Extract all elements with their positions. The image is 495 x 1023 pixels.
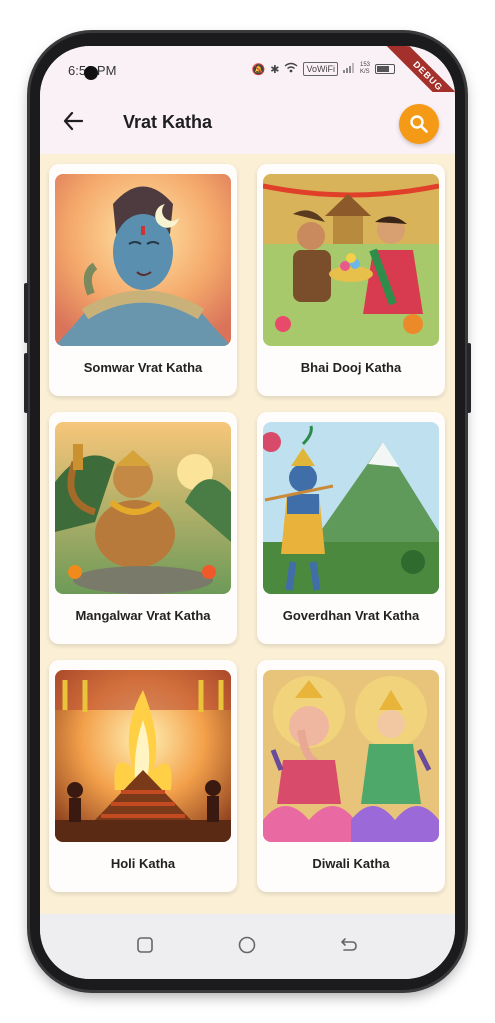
vowifi-badge: VoWiFi: [303, 62, 338, 76]
bhai-dooj-illustration: [263, 174, 439, 346]
card-diwali-katha[interactable]: Diwali Katha: [257, 660, 445, 892]
mute-icon: 🔕: [251, 63, 266, 76]
home-icon: [238, 936, 256, 954]
krishna-govardhan-illustration: [263, 422, 439, 594]
page-title: Vrat Katha: [123, 112, 213, 132]
card-label: Goverdhan Vrat Katha: [282, 608, 420, 623]
network-speed-unit: K/S: [359, 69, 370, 75]
back-icon: [341, 938, 357, 951]
search-icon: [410, 115, 428, 133]
card-label: Holi Katha: [110, 856, 176, 871]
battery-icon: [375, 64, 395, 74]
volume-button: [24, 353, 28, 413]
ganesha-lakshmi-illustration: [263, 670, 439, 842]
back-button[interactable]: [58, 106, 88, 136]
navigation-bar: [40, 914, 455, 979]
card-label: Diwali Katha: [312, 856, 390, 871]
app-bar: Vrat Katha: [40, 92, 455, 154]
wifi-icon: [284, 62, 298, 76]
recent-apps-button[interactable]: [132, 932, 158, 958]
front-camera: [84, 66, 98, 80]
card-label: Bhai Dooj Katha: [300, 360, 402, 375]
holika-bonfire-illustration: [55, 670, 231, 842]
volume-button: [24, 283, 28, 343]
card-mangalwar-vrat-katha[interactable]: Mangalwar Vrat Katha: [49, 412, 237, 644]
hanuman-illustration: [55, 422, 231, 594]
network-speed-value: 153: [359, 62, 370, 68]
bluetooth-icon: ✱: [270, 63, 280, 76]
search-button[interactable]: [399, 104, 439, 144]
card-holi-katha[interactable]: Holi Katha: [49, 660, 237, 892]
system-back-button[interactable]: [336, 932, 362, 958]
card-somwar-vrat-katha[interactable]: Somwar Vrat Katha: [49, 164, 237, 396]
shiva-illustration: [55, 174, 231, 346]
card-label: Somwar Vrat Katha: [83, 360, 203, 375]
screen: 6:50 PM 🔕 ✱ VoWiFi 153 K/S DEBUG Vrat Ka…: [40, 46, 455, 979]
recent-apps-icon: [137, 937, 153, 953]
network-speed: 153 K/S: [360, 62, 370, 76]
power-button: [467, 343, 471, 413]
phone-frame: 6:50 PM 🔕 ✱ VoWiFi 153 K/S DEBUG Vrat Ka…: [24, 33, 471, 990]
home-button[interactable]: [234, 932, 260, 958]
card-label: Mangalwar Vrat Katha: [75, 608, 211, 623]
arrow-left-icon: [63, 111, 84, 131]
signal-icon: [342, 62, 355, 76]
katha-grid: Somwar Vrat Katha Bhai Dooj Katha Mangal…: [40, 154, 455, 914]
status-icons: 🔕 ✱ VoWiFi 153 K/S: [252, 62, 395, 76]
card-bhai-dooj-katha[interactable]: Bhai Dooj Katha: [257, 164, 445, 396]
card-goverdhan-vrat-katha[interactable]: Goverdhan Vrat Katha: [257, 412, 445, 644]
